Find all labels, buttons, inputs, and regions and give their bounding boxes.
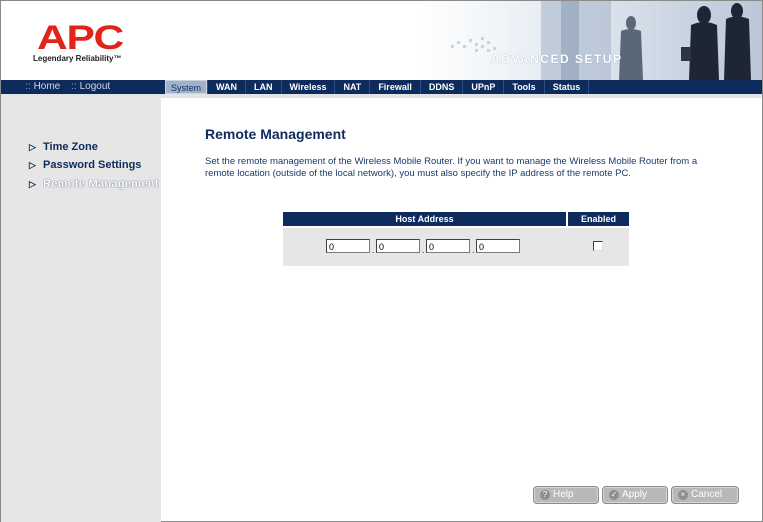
enabled-checkbox[interactable] [593,241,603,251]
sidebar-item-time-zone[interactable]: ▷ Time Zone [29,141,98,153]
col-enabled: Enabled [568,212,629,226]
ip-octet-1-input[interactable]: 0 [326,239,370,253]
ip-separator: . [372,245,375,255]
apply-button[interactable]: ✓ Apply [602,486,668,504]
tab-upnp[interactable]: UPnP [462,80,503,94]
sidebar-item-label: Remote Management [43,178,159,190]
logout-link[interactable]: Logout [80,81,111,92]
banner-title: ADVANCED SETUP [491,52,623,66]
sidebar-item-label: Time Zone [43,141,98,153]
sidebar-item-password-settings[interactable]: ▷ Password Settings [29,159,141,171]
table-header: Host Address Enabled [283,212,629,226]
tab-system[interactable]: System [165,80,208,94]
header: APC Legendary Reliability™ ADVANCED SETU… [1,1,762,80]
banner-graphic [421,1,762,80]
ip-octet-3-input[interactable]: 0 [426,239,470,253]
home-link[interactable]: Home [34,81,61,92]
sidebar-item-label: Password Settings [43,159,142,171]
remote-management-table: Host Address Enabled 0 . 0 . 0 . 0 [283,212,629,266]
chevron-right-icon: ▷ [29,179,37,189]
sidebar: ▷ Time Zone ▷ Password Settings ▷ Remote Ma… [1,98,161,522]
tab-bar: System WAN LAN Wireless NAT Firewall DDN… [165,80,590,94]
tab-ddns[interactable]: DDNS [419,80,463,94]
top-nav: :: Home :: Logout System WAN LAN Wireless … [1,80,762,94]
chevron-right-icon: ▷ [29,142,36,152]
sidebar-item-remote-management[interactable]: ▷ Remote Management [29,178,159,190]
close-icon: × [678,490,688,500]
table-row: 0 . 0 . 0 . 0 [283,228,629,266]
tab-wan[interactable]: WAN [207,80,245,94]
ip-separator: . [472,245,475,255]
question-icon: ? [540,490,550,500]
tab-wireless[interactable]: Wireless [280,80,335,94]
page-description: Set the remote management of the Wireles… [205,156,698,179]
chevron-right-icon: ▷ [29,160,36,170]
bullet-icon: :: [71,81,77,92]
col-host-address: Host Address [283,212,566,226]
page-title: Remote Management [205,126,346,142]
apc-logo: APC Legendary Reliability™ [29,21,139,71]
tab-tools[interactable]: Tools [503,80,543,94]
ip-octet-2-input[interactable]: 0 [376,239,420,253]
ip-octet-4-input[interactable]: 0 [476,239,520,253]
tab-lan[interactable]: LAN [245,80,281,94]
enabled-cell [568,228,629,266]
brand-name: APC [37,19,124,57]
tab-status[interactable]: Status [543,80,590,94]
brand-tagline: Legendary Reliability™ [33,54,122,63]
apply-icon: ✓ [609,490,619,500]
host-address-cell: 0 . 0 . 0 . 0 [283,228,566,266]
router-admin-window: APC Legendary Reliability™ ADVANCED SETU… [0,0,763,522]
tab-nat[interactable]: NAT [334,80,369,94]
nav-links: :: Home :: Logout [25,80,118,94]
ip-separator: . [422,245,425,255]
bullet-icon: :: [25,81,31,92]
tab-firewall[interactable]: Firewall [369,80,420,94]
cancel-button[interactable]: × Cancel [671,486,739,504]
help-button[interactable]: ? Help [533,486,599,504]
